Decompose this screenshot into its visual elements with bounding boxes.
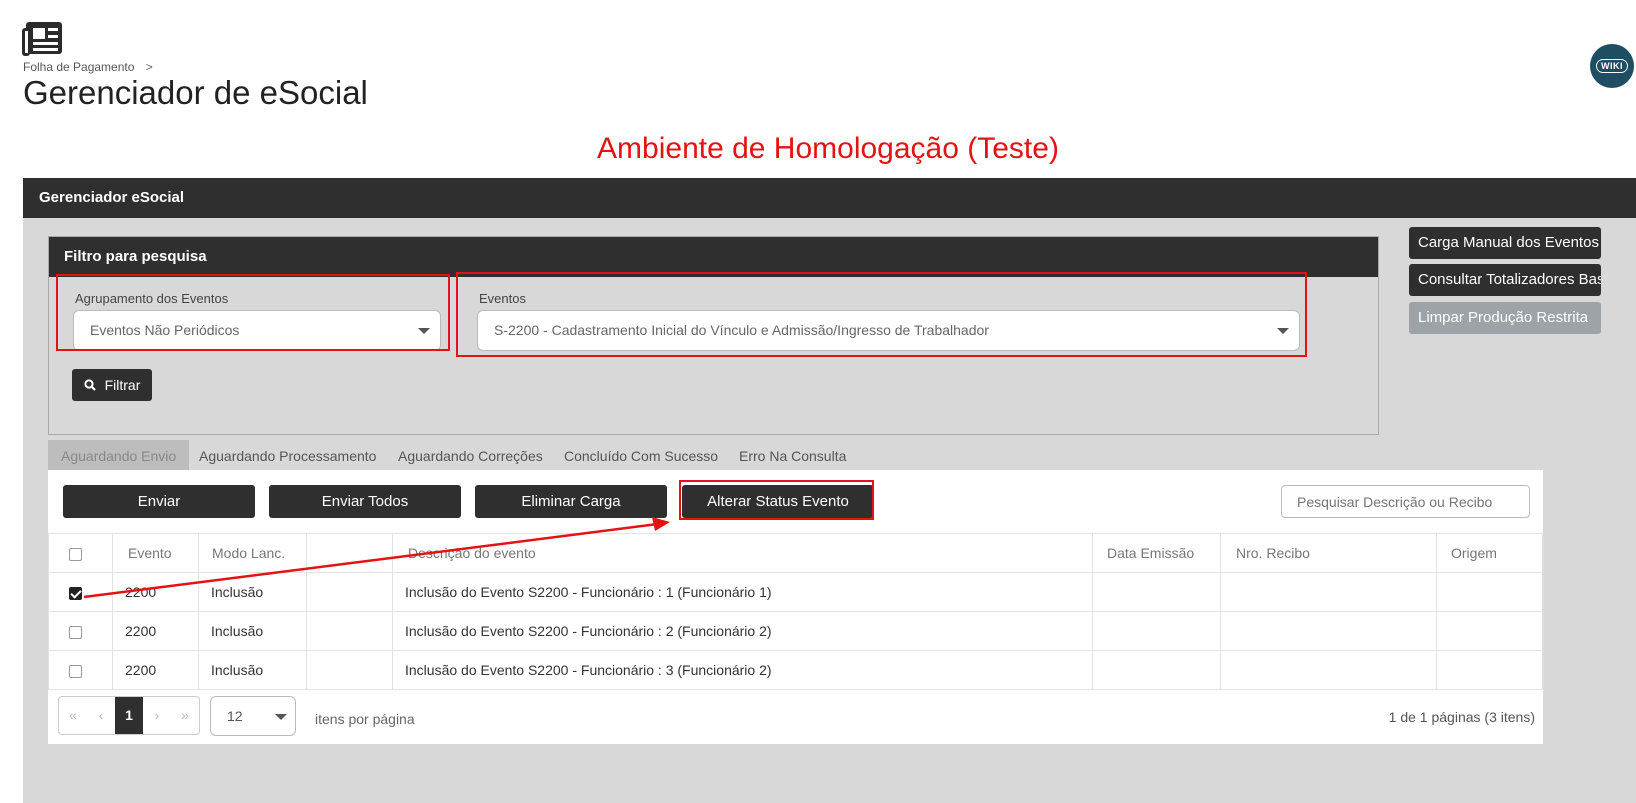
tab-concluido-com-sucesso[interactable]: Concluído Com Sucesso <box>551 440 731 470</box>
page-size-select[interactable]: 12 <box>210 696 296 736</box>
table-row[interactable]: 2200 Inclusão Inclusão do Evento S2200 -… <box>48 611 1543 651</box>
filter-button[interactable]: Filtrar <box>72 369 152 401</box>
next-page-icon[interactable]: › <box>143 697 171 734</box>
caret-down-icon <box>275 714 287 720</box>
row-checkbox[interactable] <box>69 664 82 678</box>
cell-descricao: Inclusão do Evento S2200 - Funcionário :… <box>392 572 1093 612</box>
column-header-origem[interactable]: Origem <box>1436 533 1543 573</box>
cell-descricao: Inclusão do Evento S2200 - Funcionário :… <box>392 650 1093 690</box>
cell-data-emissao <box>1092 611 1221 651</box>
tab-aguardando-correcoes[interactable]: Aguardando Correções <box>385 440 556 470</box>
cell-recibo <box>1220 572 1437 612</box>
cell-origem <box>1436 572 1543 612</box>
pagination: « ‹ 1 › » <box>58 696 200 735</box>
page-1-button[interactable]: 1 <box>115 697 143 734</box>
cell-extra <box>306 572 393 612</box>
filter-title: Filtro para pesquisa <box>49 237 1378 277</box>
search-input[interactable] <box>1281 485 1530 518</box>
row-select-cell <box>48 611 113 651</box>
last-page-icon[interactable]: » <box>171 697 199 734</box>
column-header-evento[interactable]: Evento <box>112 533 199 573</box>
panel-title: Gerenciador eSocial <box>23 178 1636 218</box>
cell-data-emissao <box>1092 572 1221 612</box>
filter-button-label: Filtrar <box>104 377 141 393</box>
tab-erro-na-consulta[interactable]: Erro Na Consulta <box>726 440 859 470</box>
cell-extra <box>306 650 393 690</box>
select-all-header <box>48 533 113 573</box>
highlight-box-alterar-status <box>679 480 874 520</box>
enviar-button[interactable]: Enviar <box>63 485 255 518</box>
newspaper-icon <box>22 22 62 56</box>
cell-modo: Inclusão <box>198 572 307 612</box>
environment-banner: Ambiente de Homologação (Teste) <box>597 132 1059 165</box>
row-checkbox[interactable] <box>69 586 82 600</box>
column-header-extra <box>306 533 393 573</box>
column-header-recibo[interactable]: Nro. Recibo <box>1220 533 1437 573</box>
cell-evento: 2200 <box>112 611 199 651</box>
search-icon <box>84 379 96 391</box>
row-select-cell <box>48 572 113 612</box>
highlight-box-events <box>456 272 1307 357</box>
events-table: Evento Modo Lanc. Descrição do evento Da… <box>48 533 1543 690</box>
table-row[interactable]: 2200 Inclusão Inclusão do Evento S2200 -… <box>48 572 1543 612</box>
chevron-right-icon: > <box>145 60 153 74</box>
cell-modo: Inclusão <box>198 650 307 690</box>
consultar-totalizadores-button[interactable]: Consultar Totalizadores Base <box>1409 264 1601 296</box>
cell-descricao: Inclusão do Evento S2200 - Funcionário :… <box>392 611 1093 651</box>
column-header-descricao[interactable]: Descrição do evento <box>392 533 1093 573</box>
wiki-icon: WIKI <box>1596 59 1628 73</box>
highlight-box-grouping <box>56 274 450 351</box>
cell-origem <box>1436 650 1543 690</box>
limpar-producao-button[interactable]: Limpar Produção Restrita <box>1409 302 1601 334</box>
cell-evento: 2200 <box>112 572 199 612</box>
wiki-button[interactable]: WIKI <box>1590 44 1634 88</box>
cell-evento: 2200 <box>112 650 199 690</box>
cell-recibo <box>1220 650 1437 690</box>
cell-data-emissao <box>1092 650 1221 690</box>
per-page-label: itens por página <box>315 711 415 727</box>
select-all-checkbox[interactable] <box>69 547 82 561</box>
cell-recibo <box>1220 611 1437 651</box>
page-title: Gerenciador de eSocial <box>23 74 368 111</box>
first-page-icon[interactable]: « <box>59 697 87 734</box>
prev-page-icon[interactable]: ‹ <box>87 697 115 734</box>
cell-extra <box>306 611 393 651</box>
page-size-value: 12 <box>227 708 243 724</box>
tab-aguardando-processamento[interactable]: Aguardando Processamento <box>186 440 389 470</box>
row-select-cell <box>48 650 113 690</box>
eliminar-carga-button[interactable]: Eliminar Carga <box>475 485 667 518</box>
breadcrumb: Folha de Pagamento > <box>23 60 153 74</box>
column-header-modo[interactable]: Modo Lanc. <box>198 533 307 573</box>
carga-manual-button[interactable]: Carga Manual dos Eventos <box>1409 227 1601 259</box>
breadcrumb-item-folha[interactable]: Folha de Pagamento <box>23 60 134 74</box>
tab-aguardando-envio[interactable]: Aguardando Envio <box>48 440 190 470</box>
pages-info: 1 de 1 páginas (3 itens) <box>1388 709 1535 725</box>
enviar-todos-button[interactable]: Enviar Todos <box>269 485 461 518</box>
cell-origem <box>1436 611 1543 651</box>
table-row[interactable]: 2200 Inclusão Inclusão do Evento S2200 -… <box>48 650 1543 690</box>
row-checkbox[interactable] <box>69 625 82 639</box>
column-header-data-emissao[interactable]: Data Emissão <box>1092 533 1221 573</box>
table-header-row: Evento Modo Lanc. Descrição do evento Da… <box>48 533 1543 573</box>
cell-modo: Inclusão <box>198 611 307 651</box>
